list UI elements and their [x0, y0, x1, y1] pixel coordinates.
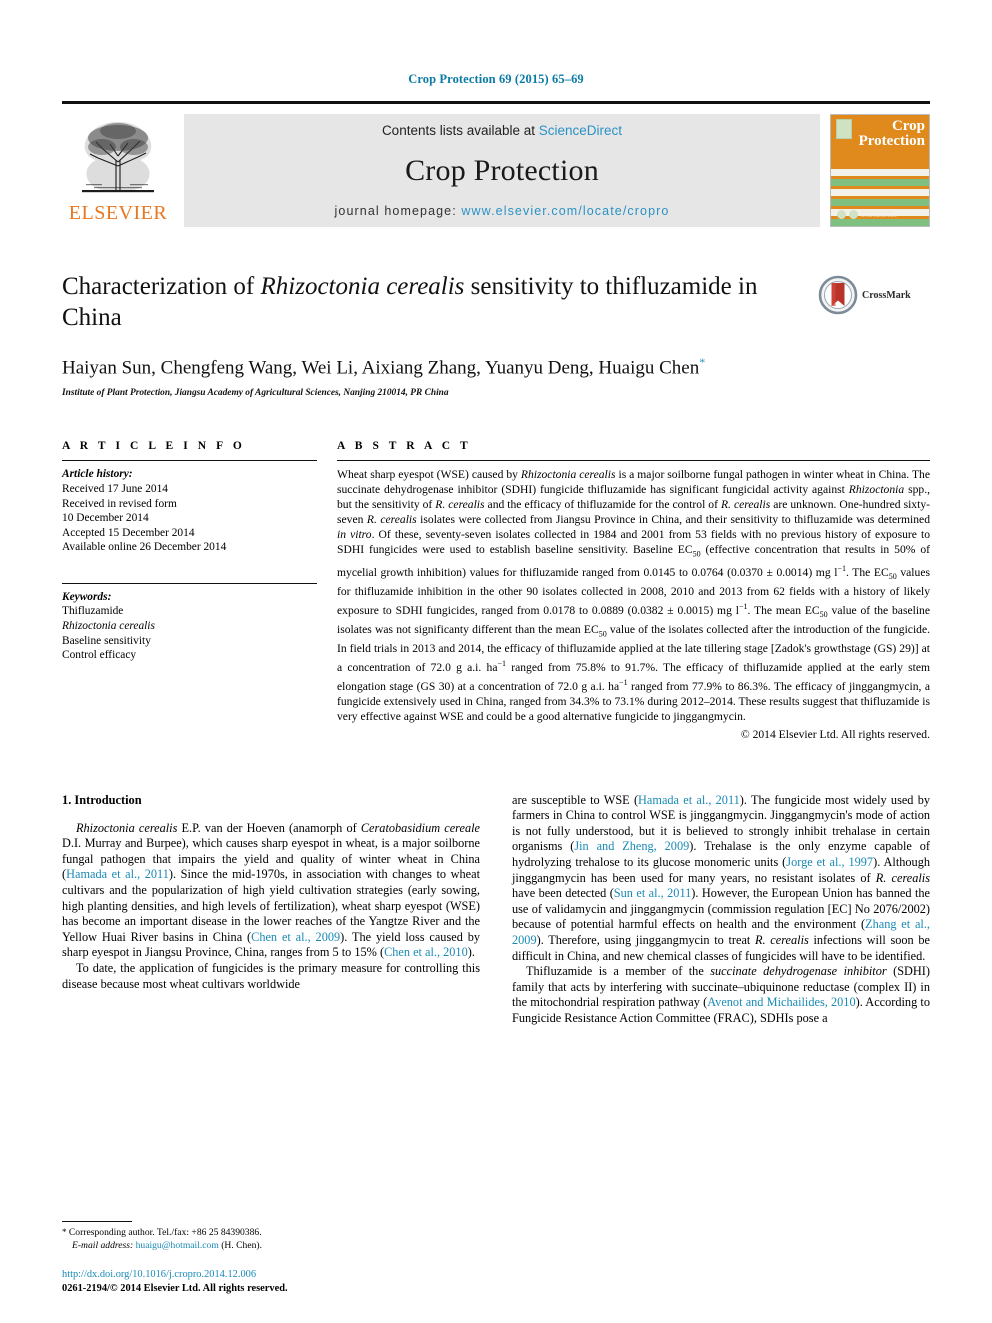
citation-link[interactable]: Sun et al., 2011	[614, 886, 691, 900]
keyword-item: Thifluzamide	[62, 605, 124, 618]
cover-footer: The International Journal for Plant Prote…	[831, 204, 929, 224]
citation-link[interactable]: Zhang et al., 2009	[512, 917, 930, 947]
abstract-heading: A B S T R A C T	[337, 440, 472, 453]
contents-prefix: Contents lists available at	[381, 123, 539, 138]
cover-fineprint: The International Journal for Plant Prote…	[861, 210, 897, 218]
journal-cover-thumbnail: Crop Protection The International Journa…	[830, 114, 930, 227]
homepage-url[interactable]: www.elsevier.com/locate/cropro	[461, 204, 669, 218]
paragraph: Rhizoctonia cerealis E.P. van der Hoeven…	[62, 820, 480, 960]
footnote-rule	[62, 1221, 132, 1222]
article-info-column: A R T I C L E I N F O Article history: R…	[62, 440, 317, 740]
history-item: Available online 26 December 2014	[62, 541, 227, 554]
corresponding-author-note: * Corresponding author. Tel./fax: +86 25…	[62, 1226, 462, 1252]
corresponding-author-text: Corresponding author. Tel./fax: +86 25 8…	[68, 1227, 262, 1238]
title-species: Rhizoctonia cerealis	[260, 273, 465, 300]
cover-title-line1: Crop	[891, 118, 925, 134]
running-head: Crop Protection 69 (2015) 65–69	[408, 72, 584, 86]
cover-logo-dot-icon	[837, 209, 846, 219]
body-columns: 1. Introduction Rhizoctonia cerealis E.P…	[62, 793, 930, 1027]
title-part-2: sensitivity to thifluzamide	[464, 273, 732, 300]
keyword-item: Baseline sensitivity	[62, 634, 151, 647]
cover-title-line2: Protection	[858, 133, 925, 149]
keyword-item: Control efficacy	[62, 649, 137, 662]
history-label: Article history:	[62, 468, 133, 481]
article-info-heading: A R T I C L E I N F O	[62, 440, 246, 453]
corresponding-author-marker: *	[699, 355, 706, 369]
abstract-column: A B S T R A C T Wheat sharp eyespot (WSE…	[337, 440, 931, 741]
doi-block: http://dx.doi.org/10.1016/j.cropro.2014.…	[62, 1268, 462, 1295]
affiliation: Institute of Plant Protection, Jiangsu A…	[62, 388, 449, 399]
footnote-marker: *	[62, 1227, 67, 1237]
citation-link[interactable]: Hamada et al., 2011	[66, 867, 169, 881]
elsevier-logo: ELSEVIER	[62, 114, 174, 227]
paper-page: Crop Protection 69 (2015) 65–69 ELSEVIER…	[0, 0, 992, 1323]
cover-title: Crop Protection	[847, 119, 925, 149]
citation-link[interactable]: Hamada et al., 2011	[638, 793, 740, 807]
history-item: Received in revised form	[62, 497, 177, 510]
body-column-left: 1. Introduction Rhizoctonia cerealis E.P…	[62, 793, 480, 1027]
section-heading-introduction: 1. Introduction	[62, 792, 142, 807]
homepage-prefix: journal homepage:	[334, 204, 462, 218]
title-block: Characterization of Rhizoctonia cerealis…	[62, 271, 930, 398]
paragraph: To date, the application of fungicides i…	[62, 960, 480, 991]
crossmark-badge[interactable]: CrossMark	[818, 271, 930, 315]
keyword-item: Rhizoctonia cerealis	[62, 620, 155, 633]
email-link[interactable]: huaigu@hotmail.com	[136, 1240, 219, 1251]
keywords-block: Keywords: Thifluzamide Rhizoctonia cerea…	[62, 577, 317, 663]
body-column-right: are susceptible to WSE (Hamada et al., 2…	[512, 793, 930, 1027]
citation-link[interactable]: Chen et al., 2010	[384, 945, 468, 959]
page-footer: * Corresponding author. Tel./fax: +86 25…	[62, 1221, 462, 1295]
crossmark-icon	[818, 275, 858, 315]
journal-title: Crop Protection	[405, 154, 599, 187]
abstract-copyright: © 2014 Elsevier Ltd. All rights reserved…	[740, 727, 930, 741]
page-title: Characterization of Rhizoctonia cerealis…	[62, 271, 802, 333]
contents-available-line: Contents lists available at ScienceDirec…	[382, 123, 622, 138]
crossmark-label: CrossMark	[862, 289, 911, 301]
title-part-1: Characterization of	[62, 273, 261, 300]
email-label: E-mail address:	[72, 1239, 134, 1251]
article-history: Article history: Received 17 June 2014 R…	[62, 461, 317, 555]
paragraph: are susceptible to WSE (Hamada et al., 2…	[512, 792, 931, 963]
history-item: Received 17 June 2014	[62, 482, 168, 495]
doi-link[interactable]: http://dx.doi.org/10.1016/j.cropro.2014.…	[62, 1269, 256, 1280]
elsevier-wordmark: ELSEVIER	[68, 202, 168, 224]
citation-link[interactable]: Jorge et al., 1997	[786, 855, 873, 869]
journal-homepage-line: journal homepage: www.elsevier.com/locat…	[335, 204, 670, 218]
author-names: Haiyan Sun, Chengfeng Wang, Wei Li, Aixi…	[62, 357, 700, 379]
sciencedirect-link[interactable]: ScienceDirect	[539, 123, 622, 138]
issn-copyright: 0261-2194/© 2014 Elsevier Ltd. All right…	[62, 1282, 288, 1294]
info-abstract-row: A R T I C L E I N F O Article history: R…	[62, 440, 931, 741]
elsevier-tree-icon	[82, 122, 154, 193]
email-suffix: (H. Chen).	[221, 1239, 262, 1251]
cover-logo-dot-icon	[849, 209, 858, 219]
author-list: Haiyan Sun, Chengfeng Wang, Wei Li, Aixi…	[62, 355, 802, 379]
citation-link[interactable]: Jin and Zheng, 2009	[574, 839, 689, 853]
journal-masthead: ELSEVIER Contents lists available at Sci…	[62, 101, 930, 227]
keywords-label: Keywords:	[62, 590, 112, 603]
abstract-text: Wheat sharp eyespot (WSE) caused by Rhiz…	[337, 468, 931, 723]
contents-band: Contents lists available at ScienceDirec…	[184, 114, 820, 227]
paragraph: Thifluzamide is a member of the succinat…	[512, 964, 930, 1025]
citation-link[interactable]: Chen et al., 2009	[251, 930, 340, 944]
citation-link[interactable]: Avenot and Michailides, 2010	[707, 995, 855, 1009]
history-item: Accepted 15 December 2014	[62, 526, 195, 539]
history-item: 10 December 2014	[62, 512, 149, 525]
divider	[62, 582, 317, 584]
